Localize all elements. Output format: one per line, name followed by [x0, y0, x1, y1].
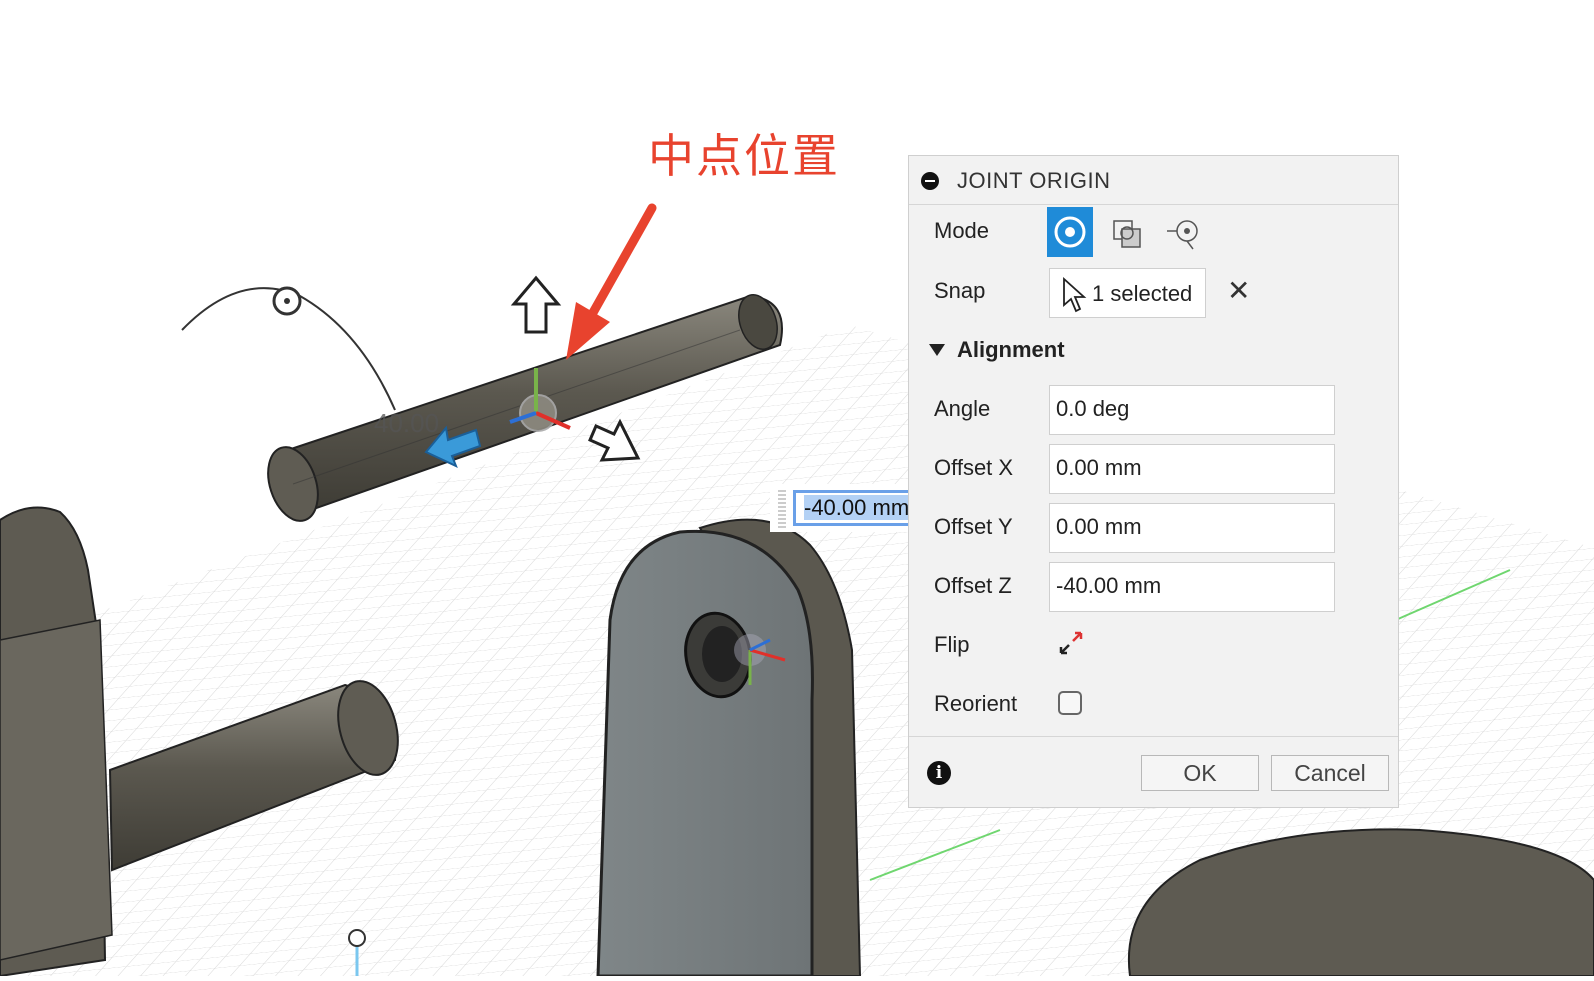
reorient-label: Reorient — [934, 691, 1018, 716]
rotation-handle-dot — [284, 298, 290, 304]
snap-label: Snap — [934, 278, 986, 303]
origin-point-icon[interactable] — [348, 929, 366, 947]
alignment-section-title[interactable]: Alignment — [957, 337, 1065, 363]
mode-label: Mode — [934, 218, 990, 243]
dialog-header[interactable]: JOINT ORIGIN — [909, 156, 1398, 205]
annotation-label: 中点位置 — [648, 129, 840, 183]
clear-selection-icon[interactable]: ✕ — [1227, 274, 1250, 307]
offset-x-input[interactable]: 0.00 mm — [1049, 444, 1335, 494]
mode-offset-button[interactable] — [1163, 207, 1209, 257]
reorient-checkbox[interactable] — [1058, 691, 1082, 715]
flip-arrows-icon — [1059, 631, 1083, 655]
snap-selection-text: 1 selected — [1092, 281, 1193, 306]
offset-y-input[interactable]: 0.00 mm — [1049, 503, 1335, 553]
between-two-faces-icon — [1113, 220, 1141, 248]
offset-z-input[interactable]: -40.00 mm — [1049, 562, 1335, 612]
joint-origin-dialog: JOINT ORIGIN Mode Snap 1 selected ✕ Alig… — [908, 155, 1399, 808]
floating-value-text: -40.00 mm — [804, 495, 910, 520]
simple-origin-icon — [1054, 216, 1086, 248]
offset-y-label: Offset Y — [934, 514, 1013, 539]
cancel-button[interactable]: Cancel — [1271, 755, 1389, 791]
mode-between-faces-button[interactable] — [1105, 207, 1151, 257]
move-up-arrow-icon[interactable] — [510, 275, 562, 334]
flip-button[interactable] — [1057, 629, 1085, 657]
offset-x-label: Offset X — [934, 455, 1014, 480]
ok-button[interactable]: OK — [1141, 755, 1259, 791]
collapse-icon[interactable] — [921, 172, 939, 190]
angle-label: Angle — [934, 396, 991, 421]
cursor-arrow-icon — [1063, 276, 1087, 313]
left-bracket-face — [0, 619, 113, 961]
right-bracket-plate[interactable] — [596, 529, 814, 978]
dialog-title: JOINT ORIGIN — [957, 168, 1111, 193]
offset-origin-icon — [1167, 220, 1198, 250]
expand-triangle-icon[interactable] — [929, 344, 945, 356]
info-icon[interactable]: i — [927, 761, 951, 785]
angle-input[interactable]: 0.0 deg — [1049, 385, 1335, 435]
dialog-footer: i OK Cancel — [909, 736, 1398, 809]
mode-simple-button[interactable] — [1047, 207, 1093, 257]
dimension-label: 40.00 — [374, 408, 440, 438]
floating-input-grip[interactable] — [778, 490, 786, 528]
snap-selection-box[interactable]: 1 selected — [1049, 268, 1206, 318]
offset-z-label: Offset Z — [934, 573, 1012, 598]
flip-label: Flip — [934, 632, 970, 657]
annotation-arrow-shaft — [585, 203, 657, 323]
